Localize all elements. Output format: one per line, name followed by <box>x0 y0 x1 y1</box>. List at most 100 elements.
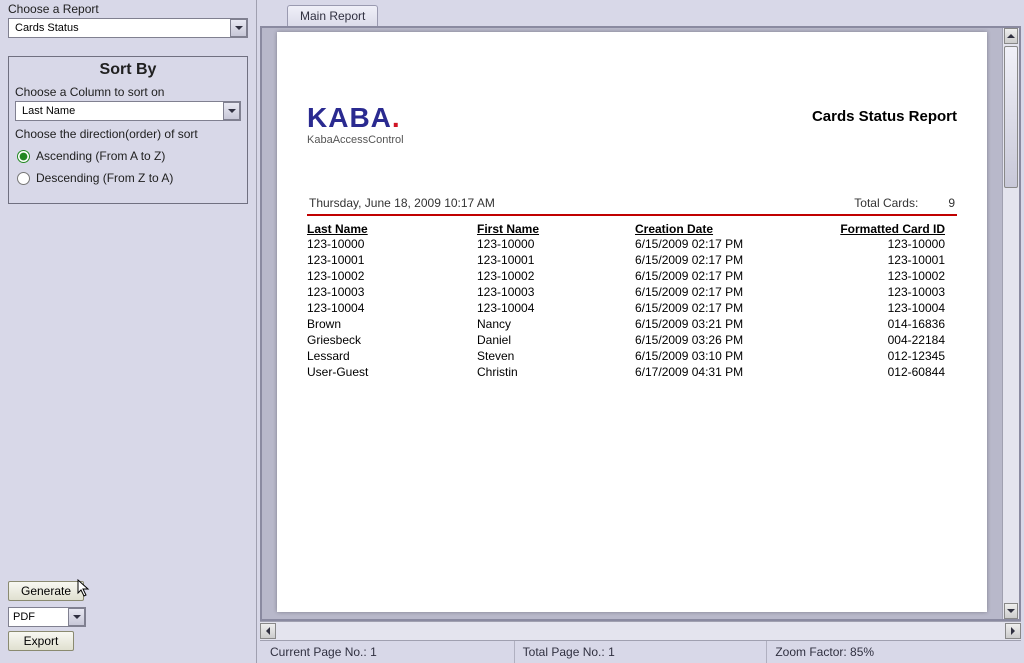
cell-last-name: 123-10000 <box>307 236 477 252</box>
cell-first-name: 123-10002 <box>477 268 635 284</box>
sort-title: Sort By <box>15 61 241 79</box>
table-row: 123-10000123-100006/15/2009 02:17 PM123-… <box>307 236 957 252</box>
status-total-page: Total Page No.: 1 <box>515 641 768 663</box>
cell-creation-date: 6/15/2009 03:21 PM <box>635 316 825 332</box>
header-divider <box>307 214 957 216</box>
cell-first-name: Nancy <box>477 316 635 332</box>
cell-first-name: 123-10004 <box>477 300 635 316</box>
report-select[interactable] <box>8 18 248 38</box>
scroll-right-button[interactable] <box>1005 623 1021 639</box>
brand-logo-text: KABA. <box>307 104 404 132</box>
cell-card-id: 123-10002 <box>825 268 945 284</box>
left-panel: Choose a Report Sort By Choose a Column … <box>0 0 257 663</box>
cell-last-name: 123-10002 <box>307 268 477 284</box>
sort-desc-option[interactable]: Descending (From Z to A) <box>17 171 241 185</box>
sort-column-select[interactable] <box>15 101 241 121</box>
cell-last-name: 123-10001 <box>307 252 477 268</box>
cell-creation-date: 6/15/2009 03:10 PM <box>635 348 825 364</box>
report-page: KABA. KabaAccessControl Cards Status Rep… <box>277 32 987 612</box>
sort-asc-radio[interactable] <box>17 150 30 163</box>
col-card-id: Formatted Card ID <box>825 222 945 236</box>
sort-panel: Sort By Choose a Column to sort on Choos… <box>8 56 248 204</box>
table-row: BrownNancy6/15/2009 03:21 PM014-16836 <box>307 316 957 332</box>
vertical-scrollbar[interactable] <box>1002 28 1019 619</box>
export-format-dropdown[interactable] <box>68 608 85 626</box>
sort-desc-label: Descending (From Z to A) <box>36 171 173 185</box>
cell-last-name: Griesbeck <box>307 332 477 348</box>
sort-order-label: Choose the direction(order) of sort <box>15 127 241 141</box>
table-row: 123-10002123-100026/15/2009 02:17 PM123-… <box>307 268 957 284</box>
table-row: GriesbeckDaniel6/15/2009 03:26 PM004-221… <box>307 332 957 348</box>
chevron-up-icon <box>1007 34 1015 38</box>
scroll-track[interactable] <box>1003 44 1019 603</box>
sort-asc-option[interactable]: Ascending (From A to Z) <box>17 149 241 163</box>
status-current-page: Current Page No.: 1 <box>262 641 515 663</box>
table-row: User-GuestChristin6/17/2009 04:31 PM012-… <box>307 364 957 380</box>
cell-card-id: 123-10004 <box>825 300 945 316</box>
generate-button[interactable]: Generate <box>8 581 84 601</box>
sort-asc-label: Ascending (From A to Z) <box>36 149 165 163</box>
viewer-scroll[interactable]: KABA. KabaAccessControl Cards Status Rep… <box>262 28 1002 619</box>
hscroll-track[interactable] <box>276 622 1005 640</box>
cell-first-name: Christin <box>477 364 635 380</box>
col-creation-date: Creation Date <box>635 222 825 236</box>
table-row: 123-10004123-100046/15/2009 02:17 PM123-… <box>307 300 957 316</box>
report-select-value[interactable] <box>13 21 230 35</box>
table-header-row: Last Name First Name Creation Date Forma… <box>307 222 957 236</box>
cell-creation-date: 6/15/2009 02:17 PM <box>635 252 825 268</box>
table-row: 123-10003123-100036/15/2009 02:17 PM123-… <box>307 284 957 300</box>
col-last-name: Last Name <box>307 222 477 236</box>
chevron-down-icon <box>73 615 81 619</box>
sort-order-group: Ascending (From A to Z) Descending (From… <box>15 149 241 185</box>
chevron-down-icon <box>1007 609 1015 613</box>
scroll-thumb[interactable] <box>1004 46 1018 188</box>
sort-column-value[interactable] <box>20 104 223 118</box>
cell-creation-date: 6/17/2009 04:31 PM <box>635 364 825 380</box>
report-datetime: Thursday, June 18, 2009 10:17 AM <box>309 196 495 210</box>
export-button[interactable]: Export <box>8 631 74 651</box>
cell-card-id: 004-22184 <box>825 332 945 348</box>
report-title: Cards Status Report <box>812 108 957 125</box>
cell-creation-date: 6/15/2009 02:17 PM <box>635 284 825 300</box>
choose-report-label: Choose a Report <box>8 2 248 16</box>
cell-card-id: 012-60844 <box>825 364 945 380</box>
tab-main-report[interactable]: Main Report <box>287 5 378 26</box>
cell-last-name: User-Guest <box>307 364 477 380</box>
export-format-value: PDF <box>13 611 68 623</box>
cell-first-name: 123-10000 <box>477 236 635 252</box>
report-select-dropdown[interactable] <box>230 19 247 37</box>
cell-creation-date: 6/15/2009 02:17 PM <box>635 268 825 284</box>
report-table: Last Name First Name Creation Date Forma… <box>307 222 957 380</box>
status-zoom: Zoom Factor: 85% <box>767 641 1019 663</box>
sort-column-dropdown[interactable] <box>223 102 240 120</box>
report-total: Total Cards: 9 <box>854 196 955 210</box>
cell-creation-date: 6/15/2009 02:17 PM <box>635 300 825 316</box>
bottom-controls: Generate PDF Export <box>8 581 248 651</box>
cell-first-name: 123-10003 <box>477 284 635 300</box>
cell-card-id: 123-10000 <box>825 236 945 252</box>
col-first-name: First Name <box>477 222 635 236</box>
cell-last-name: Brown <box>307 316 477 332</box>
cell-creation-date: 6/15/2009 02:17 PM <box>635 236 825 252</box>
horizontal-scrollbar[interactable] <box>260 621 1021 640</box>
brand-logo-sub: KabaAccessControl <box>307 134 404 146</box>
cell-card-id: 012-12345 <box>825 348 945 364</box>
scroll-left-button[interactable] <box>260 623 276 639</box>
report-header: KABA. KabaAccessControl Cards Status Rep… <box>307 104 957 146</box>
export-format-select[interactable]: PDF <box>8 607 86 627</box>
status-bar: Current Page No.: 1 Total Page No.: 1 Zo… <box>260 640 1021 663</box>
chevron-down-icon <box>235 26 243 30</box>
cell-first-name: 123-10001 <box>477 252 635 268</box>
scroll-up-button[interactable] <box>1004 28 1018 44</box>
table-row: 123-10001123-100016/15/2009 02:17 PM123-… <box>307 252 957 268</box>
cell-last-name: 123-10003 <box>307 284 477 300</box>
brand-logo: KABA. KabaAccessControl <box>307 104 404 146</box>
chevron-right-icon <box>1011 627 1015 635</box>
sort-desc-radio[interactable] <box>17 172 30 185</box>
scroll-down-button[interactable] <box>1004 603 1018 619</box>
chevron-down-icon <box>228 109 236 113</box>
chevron-left-icon <box>266 627 270 635</box>
cell-card-id: 123-10003 <box>825 284 945 300</box>
report-meta-row: Thursday, June 18, 2009 10:17 AM Total C… <box>307 196 957 212</box>
cell-first-name: Steven <box>477 348 635 364</box>
